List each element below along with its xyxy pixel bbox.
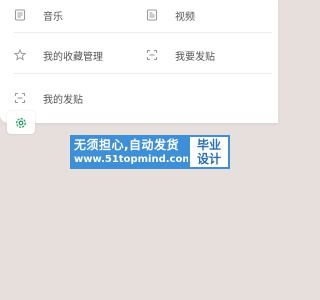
menu-item-my-posts[interactable]: 我的发贴 (14, 83, 83, 113)
promo-badge: 毕业 设计 (188, 135, 230, 169)
promo-slogan: 无须担心,自动发货 (74, 138, 180, 152)
menu-item-favorites[interactable]: 我的收藏管理 (14, 40, 103, 70)
menu-item-music[interactable]: 音乐 (14, 0, 63, 30)
menu-item-music-label: 音乐 (43, 11, 63, 23)
menu-divider (14, 73, 272, 74)
gear-icon (14, 116, 28, 130)
music-icon (14, 9, 26, 21)
promo-badge-line1: 毕业 (196, 138, 221, 152)
promo-badge-line2: 设计 (196, 152, 221, 166)
dropdown-menu-panel: 音乐 视频 我的收藏管理 我要发贴 我的发贴 (0, 0, 278, 123)
promo-banner[interactable]: 无须担心,自动发货 www.51topmind.com 毕业 设计 (70, 135, 230, 169)
settings-button[interactable] (7, 111, 35, 134)
menu-divider (14, 32, 272, 33)
menu-item-video[interactable]: 视频 (146, 0, 195, 30)
promo-text-block: 无须担心,自动发货 www.51topmind.com (70, 135, 193, 169)
my-posts-icon (14, 92, 26, 104)
menu-item-my-posts-label: 我的发贴 (43, 94, 83, 106)
compose-icon (146, 49, 158, 61)
promo-url: www.51topmind.com (74, 154, 193, 165)
menu-item-new-post[interactable]: 我要发贴 (146, 40, 215, 70)
star-icon (14, 49, 26, 61)
menu-item-favorites-label: 我的收藏管理 (43, 51, 103, 63)
video-icon (146, 9, 158, 21)
menu-item-video-label: 视频 (175, 11, 195, 23)
menu-item-new-post-label: 我要发贴 (175, 51, 215, 63)
